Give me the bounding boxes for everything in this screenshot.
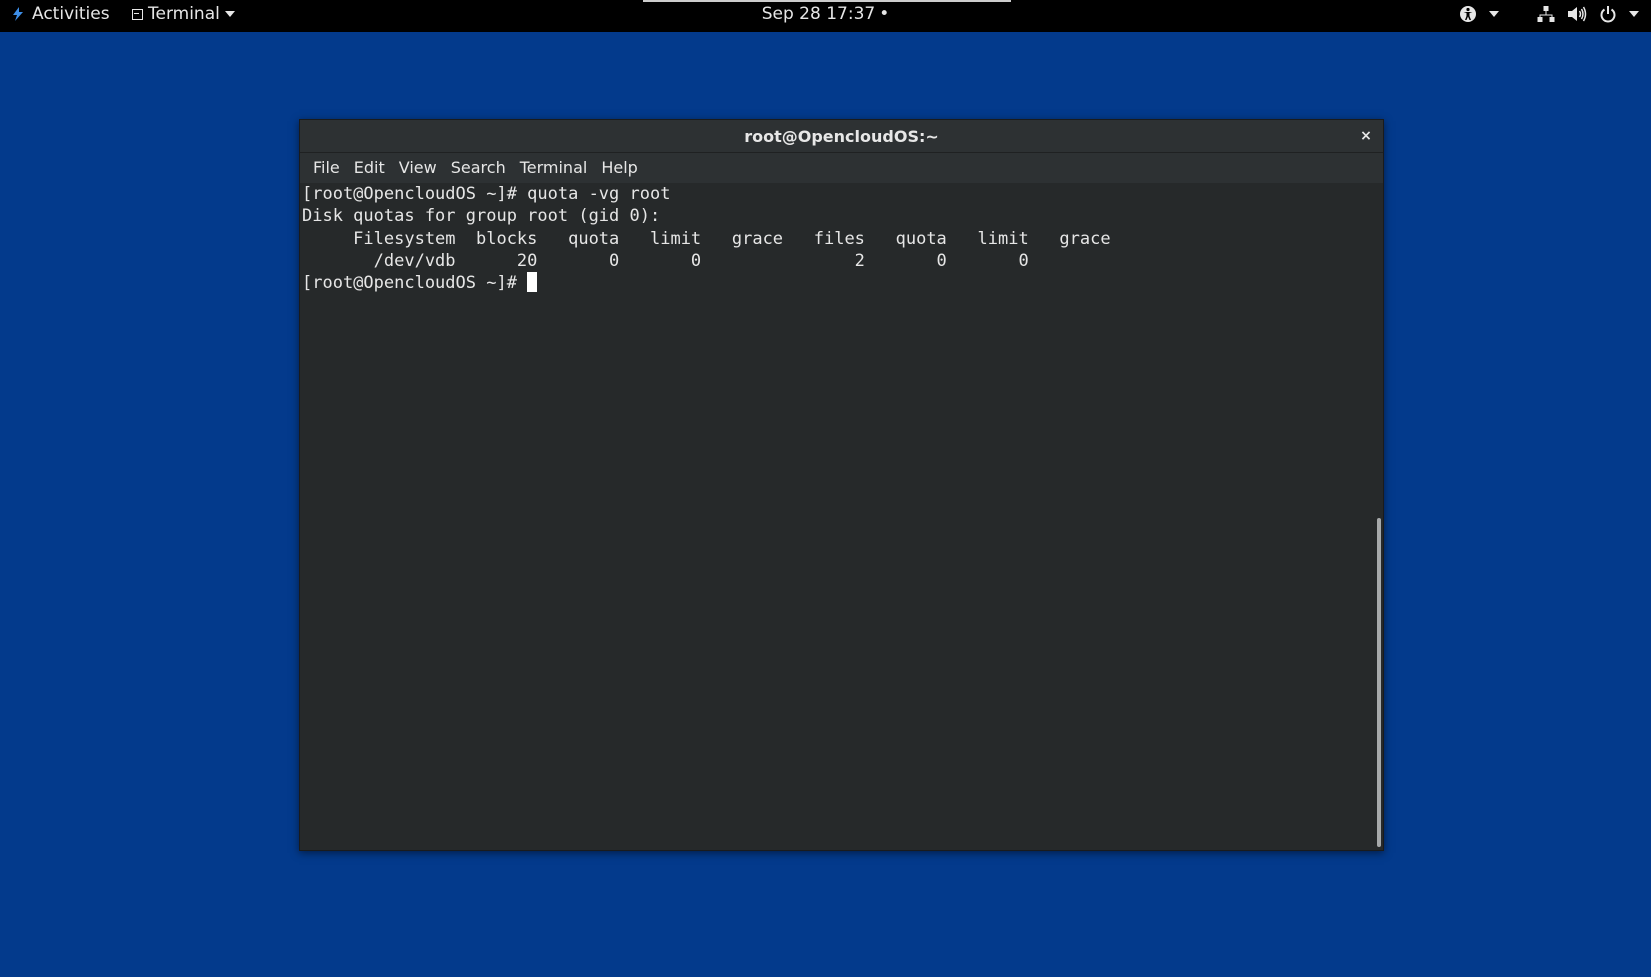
terminal-window[interactable]: root@OpencloudOS:~ × File Edit View Sear… [299, 119, 1384, 851]
clock-label: Sep 28 17:37 [761, 4, 876, 24]
menu-help[interactable]: Help [594, 153, 644, 183]
menu-terminal[interactable]: Terminal [513, 153, 595, 183]
window-titlebar[interactable]: root@OpencloudOS:~ × [300, 120, 1383, 153]
volume-icon[interactable] [1567, 5, 1587, 23]
terminal-line: Filesystem blocks quota limit grace file… [302, 228, 1111, 249]
menu-edit[interactable]: Edit [347, 153, 392, 183]
window-title: root@OpencloudOS:~ [744, 126, 939, 146]
terminal-prompt: [root@OpencloudOS ~]# [302, 273, 528, 294]
menu-bar: File Edit View Search Terminal Help [300, 153, 1383, 183]
top-bar: Activities Terminal Sep 28 17:37 • [0, 0, 1651, 32]
terminal-line: Disk quotas for group root (gid 0): [302, 206, 661, 227]
power-icon[interactable] [1599, 5, 1617, 23]
terminal-scrollbar[interactable] [1373, 183, 1383, 850]
scrollbar-thumb[interactable] [1377, 518, 1381, 847]
menu-file[interactable]: File [306, 153, 347, 183]
terminal-prompt-line[interactable]: [root@OpencloudOS ~]# [302, 272, 1371, 294]
accessibility-icon[interactable] [1459, 5, 1477, 23]
clock-button[interactable]: Sep 28 17:37 • [0, 0, 1651, 28]
accessibility-menu-chevron-icon[interactable] [1489, 11, 1499, 17]
close-icon[interactable]: × [1357, 127, 1375, 145]
notification-dot: • [879, 4, 890, 24]
system-menu-chevron-icon[interactable] [1629, 11, 1639, 17]
menu-search[interactable]: Search [444, 153, 513, 183]
terminal-line: [root@OpencloudOS ~]# quota -vg root [302, 184, 671, 204]
terminal-output[interactable]: [root@OpencloudOS ~]# quota -vg root Dis… [300, 183, 1373, 850]
system-tray[interactable] [1459, 0, 1639, 28]
menu-view[interactable]: View [392, 153, 444, 183]
terminal-line: /dev/vdb 20 0 0 2 0 0 [302, 250, 1111, 271]
network-icon[interactable] [1537, 5, 1555, 23]
text-cursor [527, 272, 538, 293]
